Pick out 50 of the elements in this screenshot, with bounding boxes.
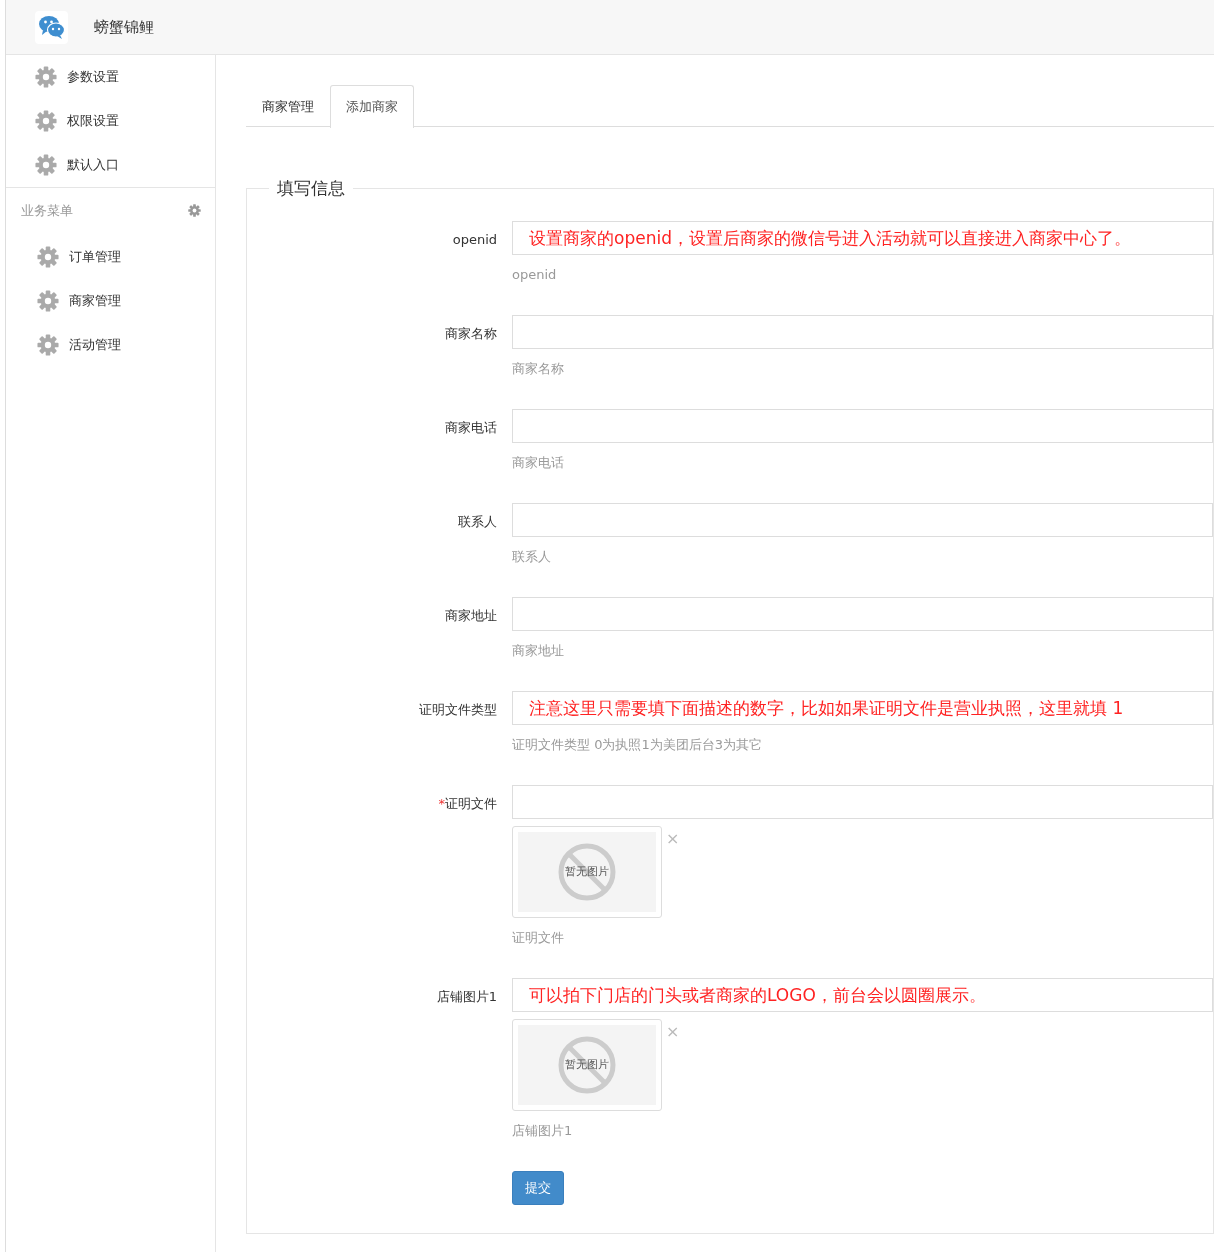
empty-image-text: 暂无图片 bbox=[565, 863, 609, 880]
gear-icon bbox=[37, 246, 59, 268]
sidebar-item[interactable]: 活动管理 bbox=[6, 323, 215, 367]
no-image-icon bbox=[558, 1036, 616, 1094]
gear-icon bbox=[35, 66, 57, 88]
help-text: 店铺图片1 bbox=[512, 1123, 574, 1139]
app-title: 螃蟹锦鲤 bbox=[94, 16, 154, 38]
help-text: 证明文件 bbox=[512, 930, 565, 946]
field-label: 商家电话 bbox=[444, 419, 498, 437]
tab[interactable]: 添加商家 bbox=[330, 85, 414, 128]
sidebar-item[interactable]: 订单管理 bbox=[6, 235, 215, 279]
field-label: 商家名称 bbox=[444, 325, 498, 343]
gear-icon bbox=[35, 154, 57, 176]
field-label: *证明文件 bbox=[437, 795, 498, 813]
no-image-icon bbox=[558, 843, 616, 901]
sidebar-item[interactable]: 默认入口 bbox=[6, 143, 215, 187]
help-text: 商家电话 bbox=[512, 455, 565, 471]
input-field[interactable]: 可以拍下门店的门头或者商家的LOGO，前台会以圆圈展示。 bbox=[512, 978, 1213, 1012]
help-text: 证明文件类型 0为执照1为美团后台3为其它 bbox=[512, 737, 763, 753]
annotation-text: 可以拍下门店的门头或者商家的LOGO，前台会以圆圈展示。 bbox=[529, 985, 986, 1005]
submit-button[interactable]: 提交 bbox=[512, 1171, 564, 1205]
field-label: 商家地址 bbox=[444, 607, 498, 625]
field-label: 证明文件类型 bbox=[418, 701, 498, 719]
sidebar-item[interactable]: 权限设置 bbox=[6, 99, 215, 143]
section-title: 业务菜单 bbox=[21, 201, 73, 220]
input-field[interactable] bbox=[512, 785, 1213, 819]
empty-image-text: 暂无图片 bbox=[565, 1056, 609, 1073]
input-field[interactable] bbox=[512, 409, 1213, 443]
help-text: 联系人 bbox=[512, 549, 552, 565]
annotation-text: 设置商家的openid，设置后商家的微信号进入活动就可以直接进入商家中心了。 bbox=[529, 228, 1131, 248]
annotation-text: 注意这里只需要填下面描述的数字，比如如果证明文件是营业执照，这里就填 1 bbox=[529, 698, 1124, 718]
field-label: 店铺图片1 bbox=[435, 988, 498, 1006]
input-field[interactable] bbox=[512, 503, 1213, 537]
sidebar-item[interactable]: 参数设置 bbox=[6, 55, 215, 99]
sidebar-item[interactable]: 商家管理 bbox=[6, 279, 215, 323]
input-field[interactable] bbox=[512, 315, 1213, 349]
gear-icon bbox=[37, 334, 59, 356]
help-text: openid bbox=[512, 267, 558, 283]
input-field[interactable]: 注意这里只需要填下面描述的数字，比如如果证明文件是营业执照，这里就填 1 bbox=[512, 691, 1213, 725]
gear-icon bbox=[37, 290, 59, 312]
logo-icon bbox=[35, 10, 68, 44]
gear-icon bbox=[35, 110, 57, 132]
field-label: openid bbox=[451, 231, 498, 249]
field-label: 联系人 bbox=[457, 513, 498, 531]
help-text: 商家地址 bbox=[512, 643, 565, 659]
gear-icon bbox=[188, 204, 201, 217]
input-field[interactable] bbox=[512, 597, 1213, 631]
help-text: 商家名称 bbox=[512, 361, 565, 377]
tab[interactable]: 商家管理 bbox=[246, 85, 330, 127]
input-field[interactable]: 设置商家的openid，设置后商家的微信号进入活动就可以直接进入商家中心了。 bbox=[512, 221, 1213, 255]
